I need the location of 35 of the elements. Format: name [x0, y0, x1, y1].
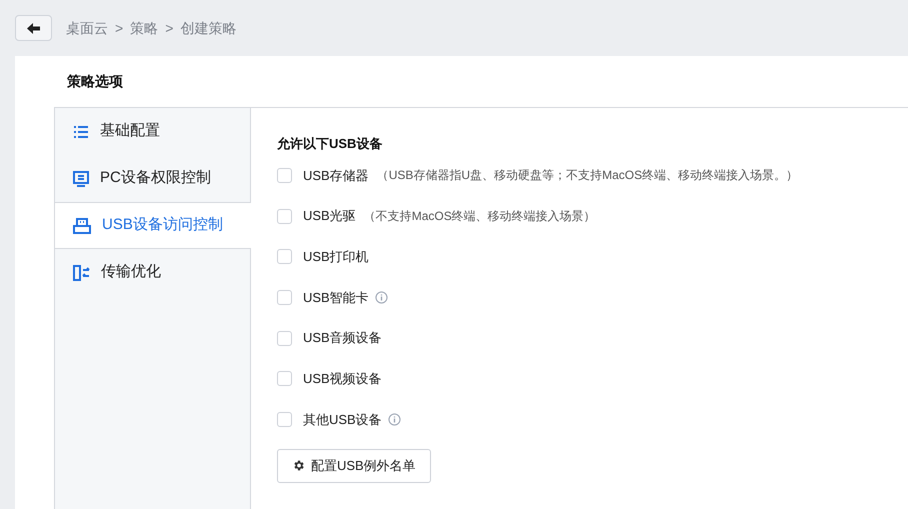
breadcrumb-separator: >: [165, 18, 174, 38]
info-icon[interactable]: [388, 412, 401, 426]
sidebar-item[interactable]: USB设备访问控制: [55, 202, 251, 249]
back-button[interactable]: [15, 15, 52, 41]
breadcrumb-item: 创建策略: [180, 18, 236, 38]
checkbox[interactable]: [277, 208, 292, 224]
group-title: 允许以下USB设备: [277, 135, 384, 152]
checkbox[interactable]: [277, 168, 292, 183]
checkbox-note: （不支持MacOS终端、移动终端接入场景）: [364, 208, 596, 226]
checkbox[interactable]: [277, 249, 292, 264]
checkbox[interactable]: [277, 371, 292, 386]
checkbox-label[interactable]: USB智能卡: [303, 288, 369, 308]
breadcrumb-separator: >: [115, 18, 124, 38]
checkbox-label[interactable]: 其他USB设备: [303, 410, 382, 430]
info-icon[interactable]: [374, 290, 388, 304]
checkbox-label[interactable]: USB存储器: [303, 166, 369, 186]
arrow-left-icon: [27, 22, 40, 34]
checkbox-note: （USB存储器指U盘、移动硬盘等；不支持MacOS终端、移动终端接入场景。）: [376, 167, 798, 184]
checkbox-label[interactable]: USB光驱: [303, 206, 356, 226]
sidebar-item[interactable]: PC设备权限控制: [55, 155, 250, 202]
checkbox[interactable]: [277, 330, 292, 346]
checkbox-label[interactable]: USB音频设备: [303, 328, 382, 348]
exception-list-button[interactable]: 配置USB例外名单: [277, 448, 431, 483]
checkbox-label[interactable]: USB视频设备: [303, 369, 382, 389]
monitor-icon: [73, 170, 89, 186]
sidebar-item[interactable]: 传输优化: [55, 249, 250, 296]
sidebar-item[interactable]: 基础配置: [55, 108, 250, 155]
list-icon: [73, 124, 89, 138]
gear-icon: [292, 459, 305, 472]
usb-drive-icon: [73, 218, 91, 234]
checkbox-label[interactable]: USB打印机: [303, 246, 369, 266]
checkbox[interactable]: [277, 412, 292, 427]
checkbox[interactable]: [277, 290, 292, 305]
section-title: 策略选项: [67, 72, 123, 91]
transfer-icon: [73, 264, 90, 280]
